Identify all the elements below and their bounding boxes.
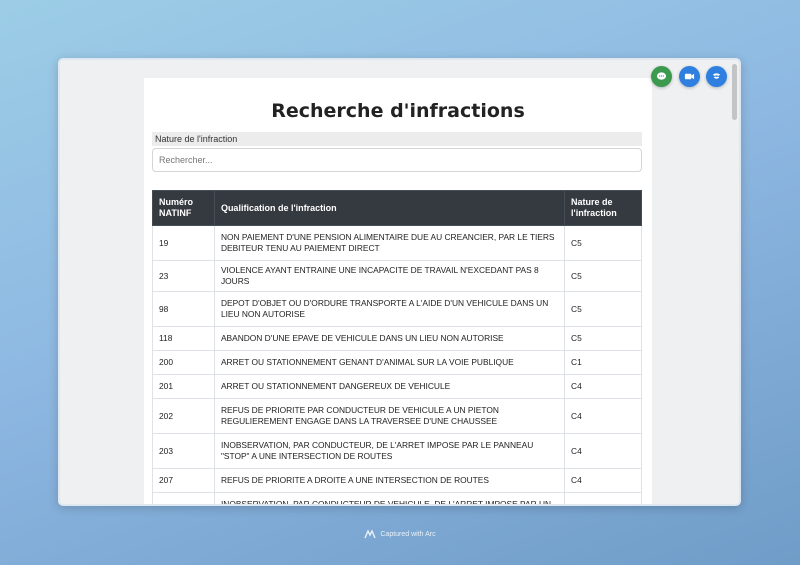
page-title: Recherche d'infractions	[271, 100, 525, 122]
cell-numero: 201	[152, 374, 215, 399]
cell-qualification: ARRET OU STATIONNEMENT DANGEREUX DE VEHI…	[213, 374, 566, 399]
cell-nature: C4	[564, 398, 642, 434]
video-call-button[interactable]	[679, 66, 700, 87]
search-label: Nature de l'infraction	[152, 132, 642, 146]
content-card: Recherche d'infractions Nature de l'infr…	[144, 78, 652, 504]
infractions-table: Numéro NATINF Qualification de l'infract…	[152, 190, 642, 504]
cell-numero: 98	[152, 291, 215, 327]
extension-button[interactable]	[706, 66, 727, 87]
table-row: 202 REFUS DE PRIORITE PAR CONDUCTEUR DE …	[152, 398, 642, 434]
table-row: 210 INOBSERVATION, PAR CONDUCTEUR DE VEH…	[152, 492, 642, 504]
cell-nature: C5	[564, 225, 642, 261]
arc-logo-icon	[364, 529, 377, 539]
video-icon	[684, 73, 695, 80]
cell-qualification: REFUS DE PRIORITE PAR CONDUCTEUR DE VEHI…	[213, 398, 566, 434]
cell-qualification: ARRET OU STATIONNEMENT GENANT D'ANIMAL S…	[213, 350, 566, 375]
table-row: 98 DEPOT D'OBJET OU D'ORDURE TRANSPORTE …	[152, 291, 642, 327]
cell-nature: C1	[564, 350, 642, 375]
cell-numero: 207	[152, 468, 215, 493]
cell-numero: 118	[152, 326, 215, 351]
cell-numero: 210	[152, 492, 215, 504]
cell-nature: C5	[564, 291, 642, 327]
table-row: 203 INOBSERVATION, PAR CONDUCTEUR, DE L'…	[152, 433, 642, 469]
cell-qualification: VIOLENCE AYANT ENTRAINE UNE INCAPACITE D…	[213, 260, 566, 292]
table-row: 207 REFUS DE PRIORITE A DROITE A UNE INT…	[152, 468, 642, 493]
cell-qualification: INOBSERVATION, PAR CONDUCTEUR DE VEHICUL…	[213, 492, 566, 504]
extension-icon	[712, 73, 721, 79]
header-numero: Numéro NATINF	[152, 190, 215, 226]
cell-nature: C4	[564, 374, 642, 399]
table-row: 118 ABANDON D'UNE EPAVE DE VEHICULE DANS…	[152, 326, 642, 351]
header-qualification: Qualification de l'infraction	[213, 190, 566, 226]
cell-numero: 203	[152, 433, 215, 469]
chat-icon	[656, 72, 667, 80]
table-row: 23 VIOLENCE AYANT ENTRAINE UNE INCAPACIT…	[152, 260, 642, 292]
cell-nature: C4	[564, 468, 642, 493]
table-row: 200 ARRET OU STATIONNEMENT GENANT D'ANIM…	[152, 350, 642, 375]
cell-nature: C4	[564, 433, 642, 469]
cell-qualification: REFUS DE PRIORITE A DROITE A UNE INTERSE…	[213, 468, 566, 493]
captured-text: Captured with Arc	[380, 530, 436, 538]
search-input[interactable]	[152, 148, 642, 172]
cell-qualification: ABANDON D'UNE EPAVE DE VEHICULE DANS UN …	[213, 326, 566, 351]
cell-qualification: INOBSERVATION, PAR CONDUCTEUR, DE L'ARRE…	[213, 433, 566, 469]
cell-numero: 23	[152, 260, 215, 292]
cell-qualification: DEPOT D'OBJET OU D'ORDURE TRANSPORTE A L…	[213, 291, 566, 327]
table-row: 19 NON PAIEMENT D'UNE PENSION ALIMENTAIR…	[152, 225, 642, 261]
cell-nature: C5	[564, 326, 642, 351]
cell-numero: 19	[152, 225, 215, 261]
table-header-row: Numéro NATINF Qualification de l'infract…	[152, 190, 642, 226]
cell-nature: C4	[564, 492, 642, 504]
header-nature: Nature de l'infraction	[564, 190, 642, 226]
cell-nature: C5	[564, 260, 642, 292]
table-row: 201 ARRET OU STATIONNEMENT DANGEREUX DE …	[152, 374, 642, 399]
cell-numero: 202	[152, 398, 215, 434]
browser-window: Recherche d'infractions Nature de l'infr…	[58, 58, 741, 506]
cell-qualification: NON PAIEMENT D'UNE PENSION ALIMENTAIRE D…	[213, 225, 566, 261]
scrollbar-thumb[interactable]	[732, 64, 737, 120]
captured-with-arc: Captured with Arc	[0, 529, 800, 539]
cell-numero: 200	[152, 350, 215, 375]
chat-button[interactable]	[651, 66, 672, 87]
